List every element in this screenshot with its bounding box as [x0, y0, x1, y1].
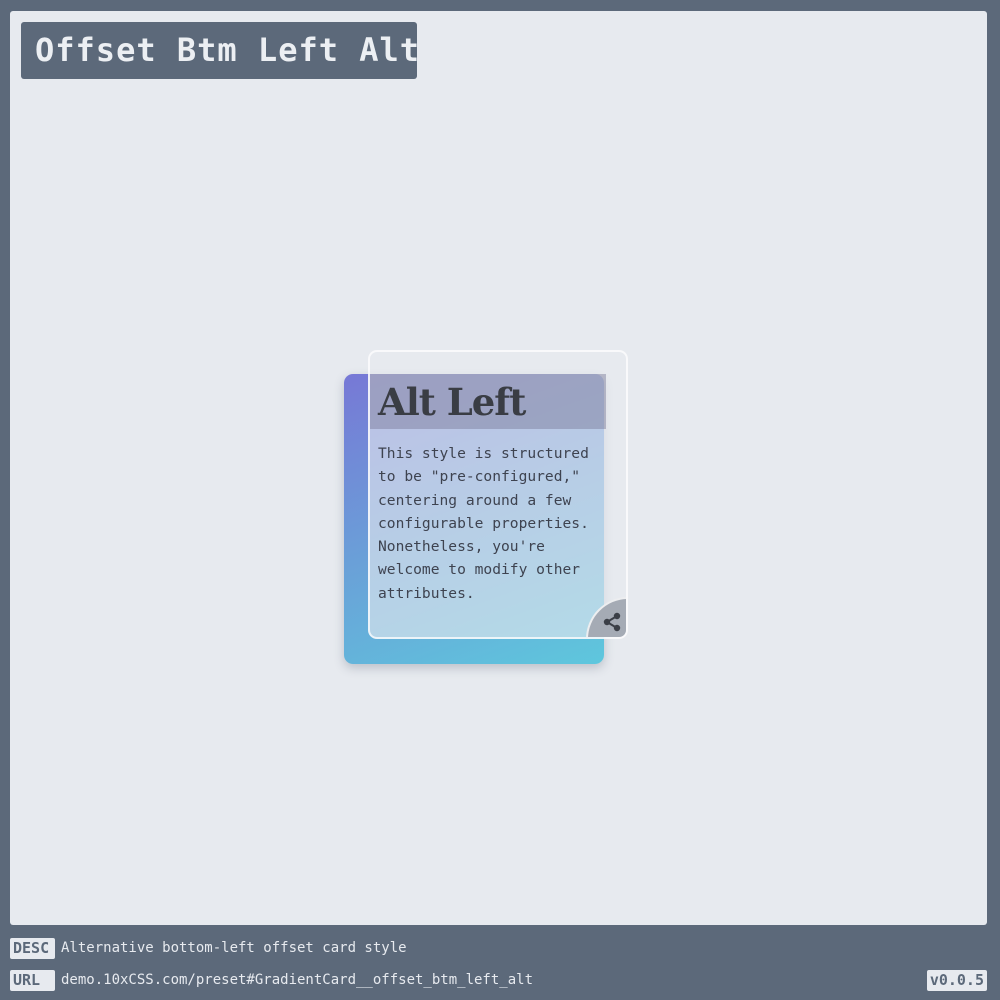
desc-label: DESC: [10, 938, 55, 959]
version-badge: v0.0.5: [926, 970, 987, 991]
card-title: Alt Left: [378, 380, 526, 424]
preview-stage: Offset Btm Left Alt Alt Left This style …: [10, 11, 987, 925]
url-link[interactable]: demo.10xCSS.com/preset#GradientCard__off…: [61, 970, 533, 991]
card-body-text: This style is structured to be "pre-conf…: [378, 445, 589, 602]
gradient-card: Alt Left This style is structured to be …: [368, 350, 628, 639]
page-title: Offset Btm Left Alt: [21, 22, 419, 79]
share-icon: [603, 612, 621, 632]
desc-text: Alternative bottom-left offset card styl…: [61, 940, 407, 956]
url-label: URL: [10, 970, 55, 991]
